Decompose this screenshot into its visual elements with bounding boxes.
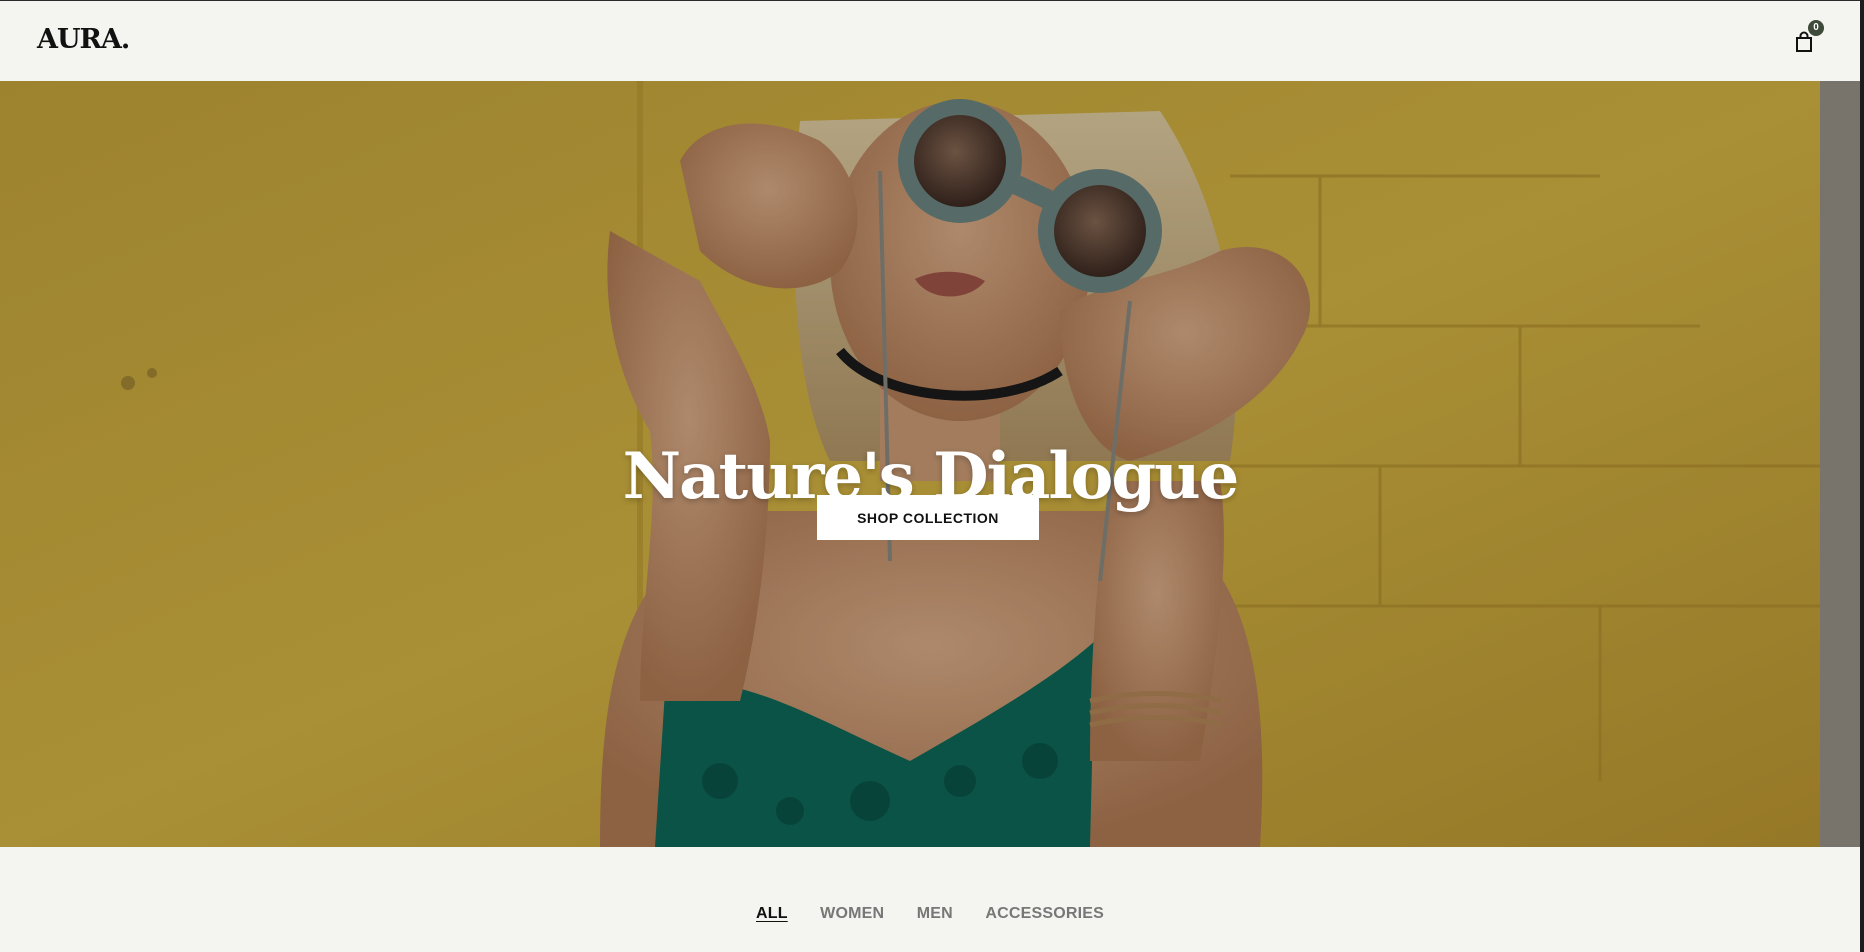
category-filter-tabs: ALL WOMEN MEN ACCESSORIES — [0, 905, 1860, 923]
tab-men[interactable]: MEN — [917, 905, 953, 923]
cart-button[interactable]: 0 — [1794, 20, 1824, 53]
shop-collection-button[interactable]: SHOP COLLECTION — [817, 495, 1039, 540]
tab-accessories[interactable]: ACCESSORIES — [985, 905, 1104, 923]
tab-women[interactable]: WOMEN — [820, 905, 884, 923]
cart-count-badge: 0 — [1808, 20, 1824, 36]
tab-all[interactable]: ALL — [756, 905, 788, 923]
page: AURA. 0 Nature's Dialogue SHOP COLLECTIO… — [0, 0, 1864, 952]
site-logo[interactable]: AURA. — [37, 24, 130, 55]
site-header: AURA. 0 — [0, 1, 1860, 82]
hero-banner: Nature's Dialogue SHOP COLLECTION — [0, 81, 1860, 847]
window-right-border — [1860, 0, 1864, 952]
